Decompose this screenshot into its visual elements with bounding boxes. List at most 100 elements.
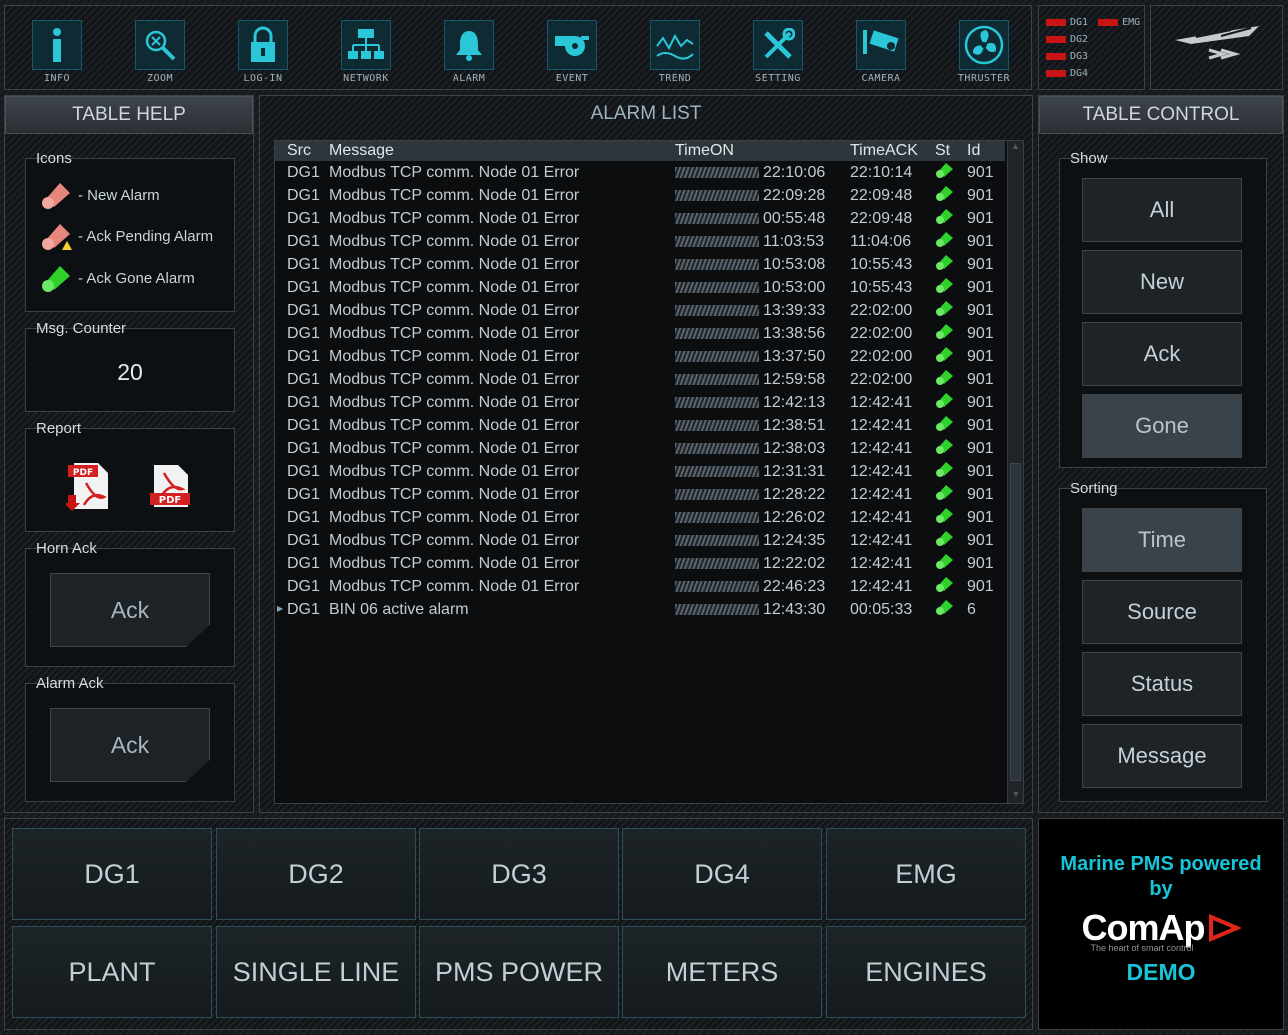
table-row[interactable]: DG1 Modbus TCP comm. Node 01 Error 13:37:5… bbox=[275, 345, 1005, 368]
col-message[interactable]: Message bbox=[325, 141, 671, 161]
row-message: Modbus TCP comm. Node 01 Error bbox=[329, 416, 580, 434]
show-new-button[interactable]: New bbox=[1082, 250, 1242, 314]
table-row[interactable]: DG1 Modbus TCP comm. Node 01 Error 12:22:0… bbox=[275, 552, 1005, 575]
col-id[interactable]: Id bbox=[963, 141, 1005, 161]
row-src: DG1 bbox=[287, 232, 320, 250]
col-src[interactable]: Src bbox=[275, 141, 325, 161]
login-button[interactable]: LOG-IN bbox=[228, 20, 298, 84]
row-timeon: 13:39:33 bbox=[671, 299, 846, 322]
nav-single-line[interactable]: SINGLE LINE bbox=[216, 926, 416, 1018]
msg-counter-value: 20 bbox=[117, 359, 143, 385]
row-id: 901 bbox=[967, 370, 994, 388]
row-timeon: 13:37:50 bbox=[671, 345, 846, 368]
nav-plant[interactable]: PLANT bbox=[12, 926, 212, 1018]
nav-pms-power[interactable]: PMS POWER bbox=[419, 926, 619, 1018]
thruster-button[interactable]: THRUSTER bbox=[949, 20, 1019, 84]
nav-dg1[interactable]: DG1 bbox=[12, 828, 212, 920]
row-timeack: 12:42:41 bbox=[850, 554, 913, 572]
alarm-table-container: Src Message TimeON TimeACK St Id DG1 Modb… bbox=[274, 140, 1024, 804]
horn-ack-button[interactable]: Ack bbox=[50, 573, 210, 647]
trend-button[interactable]: TREND bbox=[640, 20, 710, 84]
col-status[interactable]: St bbox=[931, 141, 963, 161]
nav-engines[interactable]: ENGINES bbox=[826, 926, 1026, 1018]
row-id: 901 bbox=[967, 347, 994, 365]
row-status bbox=[931, 230, 963, 253]
row-timeack: 12:42:41 bbox=[850, 508, 913, 526]
row-pointer-icon: ▶ bbox=[277, 604, 284, 613]
table-row[interactable]: ▶ DG1 BIN 06 active alarm 12:43:30 00:05:33 6 bbox=[275, 598, 1005, 621]
show-ack-button[interactable]: Ack bbox=[1082, 322, 1242, 386]
table-row[interactable]: DG1 Modbus TCP comm. Node 01 Error 12:31:3… bbox=[275, 460, 1005, 483]
row-src: DG1 bbox=[287, 462, 320, 480]
camera-button[interactable]: CAMERA bbox=[846, 20, 916, 84]
table-row[interactable]: DG1 Modbus TCP comm. Node 01 Error 00:55:4… bbox=[275, 207, 1005, 230]
show-all-button[interactable]: All bbox=[1082, 178, 1242, 242]
row-status bbox=[931, 483, 963, 506]
table-row[interactable]: DG1 Modbus TCP comm. Node 01 Error 13:38:5… bbox=[275, 322, 1005, 345]
row-src: DG1 bbox=[287, 531, 320, 549]
row-id: 901 bbox=[967, 209, 994, 227]
bell-icon bbox=[456, 31, 482, 61]
info-button[interactable]: INFO bbox=[22, 20, 92, 84]
brand-panel: Marine PMS powered by ComAp The heart of… bbox=[1038, 818, 1284, 1030]
alarm-button[interactable]: ALARM bbox=[434, 20, 504, 84]
table-row[interactable]: DG1 Modbus TCP comm. Node 01 Error 12:28:2… bbox=[275, 483, 1005, 506]
pdf-download-icon: PDF bbox=[64, 463, 108, 511]
alarm-list-panel: ALARM LIST Src Message TimeON TimeACK St… bbox=[259, 95, 1033, 813]
sort-message-button[interactable]: Message bbox=[1082, 724, 1242, 788]
show-gone-button[interactable]: Gone bbox=[1082, 394, 1242, 458]
row-id: 901 bbox=[967, 577, 994, 595]
row-message: Modbus TCP comm. Node 01 Error bbox=[329, 347, 580, 365]
table-row[interactable]: DG1 Modbus TCP comm. Node 01 Error 13:39:3… bbox=[275, 299, 1005, 322]
table-row[interactable]: DG1 Modbus TCP comm. Node 01 Error 11:03:5… bbox=[275, 230, 1005, 253]
table-row[interactable]: DG1 Modbus TCP comm. Node 01 Error 12:24:3… bbox=[275, 529, 1005, 552]
scroll-thumb[interactable] bbox=[1010, 463, 1021, 781]
nav-meters[interactable]: METERS bbox=[622, 926, 822, 1018]
table-row[interactable]: DG1 Modbus TCP comm. Node 01 Error 22:09:2… bbox=[275, 184, 1005, 207]
ack-gone-icon bbox=[936, 301, 953, 316]
table-row[interactable]: DG1 Modbus TCP comm. Node 01 Error 22:46:2… bbox=[275, 575, 1005, 598]
table-row[interactable]: DG1 Modbus TCP comm. Node 01 Error 22:10:0… bbox=[275, 161, 1005, 184]
zoom-button[interactable]: ZOOM bbox=[125, 20, 195, 84]
ack-gone-icon bbox=[936, 554, 953, 569]
nav-dg4[interactable]: DG4 bbox=[622, 828, 822, 920]
table-row[interactable]: DG1 Modbus TCP comm. Node 01 Error 12:42:1… bbox=[275, 391, 1005, 414]
comap-tagline: The heart of smart control bbox=[1090, 943, 1194, 953]
scroll-down-arrow[interactable]: ▼ bbox=[1008, 789, 1023, 803]
table-row[interactable]: DG1 Modbus TCP comm. Node 01 Error 12:38:0… bbox=[275, 437, 1005, 460]
redacted-date bbox=[675, 557, 759, 569]
redacted-date bbox=[675, 419, 759, 431]
sort-time-button[interactable]: Time bbox=[1082, 508, 1242, 572]
row-timeon: 22:10:06 bbox=[671, 161, 846, 184]
scroll-up-arrow[interactable]: ▲ bbox=[1008, 141, 1023, 155]
dg2-label: DG2 bbox=[1070, 34, 1089, 45]
table-row[interactable]: DG1 Modbus TCP comm. Node 01 Error 10:53:0… bbox=[275, 253, 1005, 276]
msg-counter-box: Msg. Counter 20 bbox=[25, 320, 235, 412]
top-toolbar: INFO ZOOM LOG-IN NETWORK ALARM EVENT TRE… bbox=[4, 5, 1032, 90]
network-button[interactable]: NETWORK bbox=[331, 20, 401, 84]
col-timeon[interactable]: TimeON bbox=[671, 141, 846, 161]
sort-source-button[interactable]: Source bbox=[1082, 580, 1242, 644]
event-button[interactable]: EVENT bbox=[537, 20, 607, 84]
col-timeack[interactable]: TimeACK bbox=[846, 141, 931, 161]
table-row[interactable]: DG1 Modbus TCP comm. Node 01 Error 12:38:5… bbox=[275, 414, 1005, 437]
redacted-date bbox=[675, 166, 759, 178]
pdf-open-button[interactable]: PDF bbox=[150, 463, 192, 514]
table-row[interactable]: DG1 Modbus TCP comm. Node 01 Error 12:59:5… bbox=[275, 368, 1005, 391]
nav-dg3[interactable]: DG3 bbox=[419, 828, 619, 920]
table-row[interactable]: DG1 Modbus TCP comm. Node 01 Error 12:26:0… bbox=[275, 506, 1005, 529]
nav-dg2[interactable]: DG2 bbox=[216, 828, 416, 920]
ack-gone-icon bbox=[936, 232, 953, 247]
table-row[interactable]: DG1 Modbus TCP comm. Node 01 Error 10:53:0… bbox=[275, 276, 1005, 299]
row-timeon: 22:09:28 bbox=[671, 184, 846, 207]
row-id: 901 bbox=[967, 301, 994, 319]
nav-emg[interactable]: EMG bbox=[826, 828, 1026, 920]
setting-button[interactable]: SETTING bbox=[743, 20, 813, 84]
row-src: DG1 bbox=[287, 278, 320, 296]
sort-status-button[interactable]: Status bbox=[1082, 652, 1242, 716]
table-scrollbar[interactable]: ▲ ▼ bbox=[1007, 141, 1023, 803]
pdf-download-button[interactable]: PDF bbox=[64, 461, 112, 516]
alarm-ack-button[interactable]: Ack bbox=[50, 708, 210, 782]
row-id: 901 bbox=[967, 393, 994, 411]
redacted-date bbox=[675, 442, 759, 454]
